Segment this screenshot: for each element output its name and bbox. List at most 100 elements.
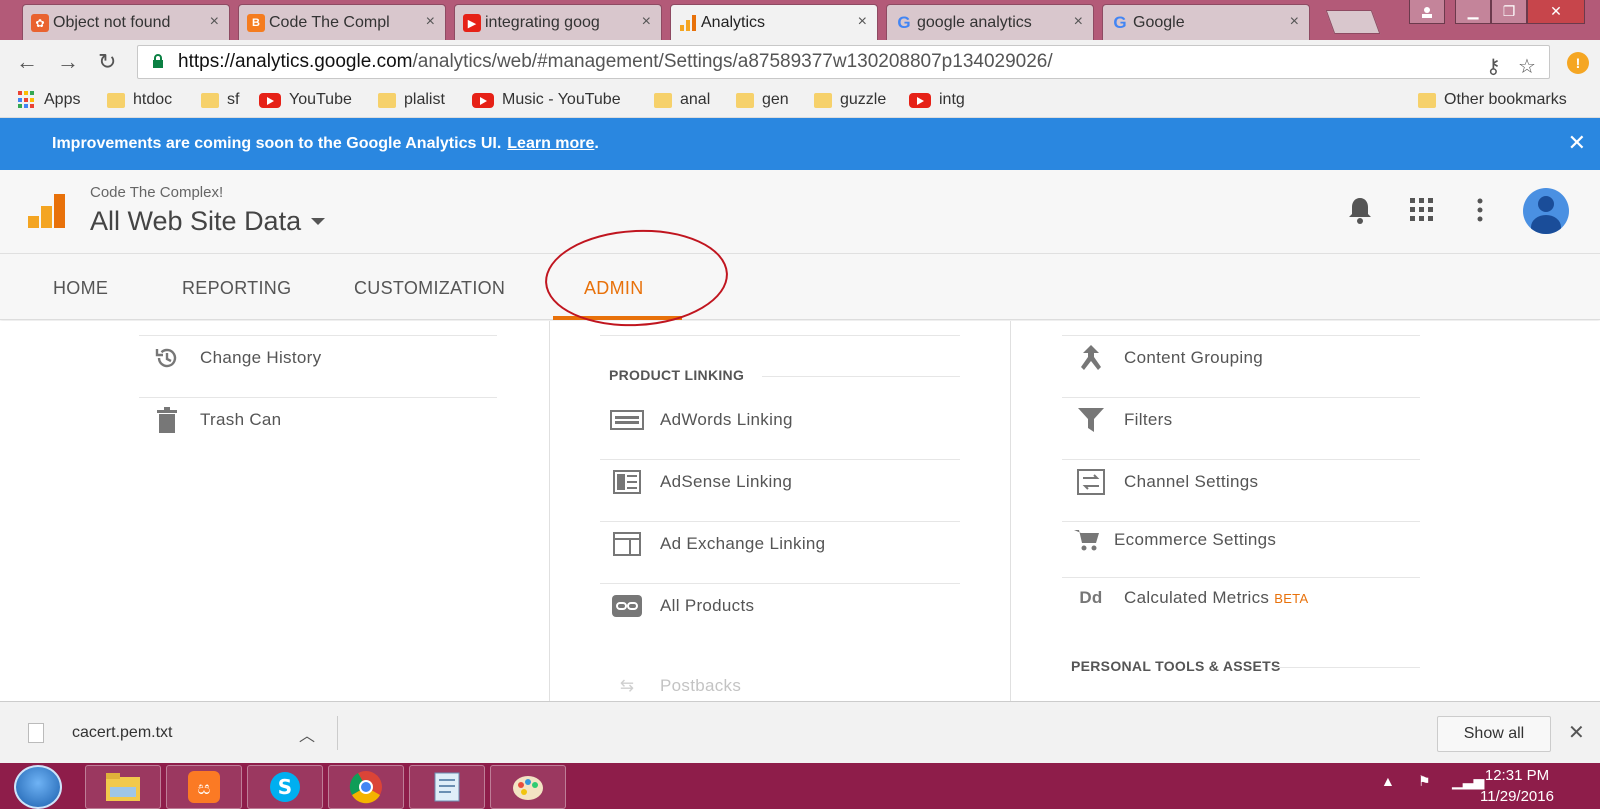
browser-tab[interactable]: ▶ integrating goog × — [454, 4, 662, 40]
bookmark-folder[interactable]: sf — [201, 91, 239, 109]
ad-exchange-linking-link[interactable]: Ad Exchange Linking — [610, 531, 825, 557]
tab-home[interactable]: HOME — [53, 278, 108, 299]
content-grouping-link[interactable]: Content Grouping — [1074, 345, 1263, 371]
address-bar[interactable]: https://analytics.google.com/analytics/w… — [137, 45, 1550, 79]
svg-text:S: S — [278, 775, 292, 799]
item-label: Filters — [1124, 410, 1173, 429]
bookmark-folder[interactable]: guzzle — [814, 91, 886, 109]
xampp-icon[interactable]: ස — [166, 765, 242, 809]
bookmark-folder[interactable]: htdoc — [107, 91, 172, 109]
bell-icon[interactable] — [1348, 196, 1372, 224]
folder-icon — [1418, 92, 1436, 108]
clock-time: 12:31 PM — [1484, 767, 1550, 784]
bookmark-youtube[interactable]: intg — [909, 91, 965, 109]
beta-badge: BETA — [1274, 590, 1309, 606]
browser-tab[interactable]: G google analytics × — [886, 4, 1094, 40]
close-tab-icon[interactable]: × — [1290, 13, 1299, 31]
close-tab-icon[interactable]: × — [858, 13, 867, 31]
close-icon[interactable]: ✕ — [1568, 130, 1586, 156]
tab-title: Google — [1133, 13, 1185, 31]
more-vert-icon[interactable] — [1477, 198, 1483, 222]
trash-can-link[interactable]: Trash Can — [150, 407, 281, 433]
all-products-link[interactable]: All Products — [610, 593, 754, 619]
xampp-icon: ✿ — [31, 14, 49, 32]
bookmark-label: plalist — [404, 91, 445, 108]
profile-icon[interactable] — [1409, 0, 1445, 24]
key-icon[interactable]: ⚷ — [1486, 54, 1501, 79]
chrome-icon[interactable] — [328, 765, 404, 809]
maximize-button[interactable]: ❐ — [1491, 0, 1527, 24]
tray-expand-icon[interactable]: ▲ — [1381, 773, 1395, 789]
adsense-linking-link[interactable]: AdSense Linking — [610, 469, 792, 495]
forward-icon[interactable]: → — [57, 50, 79, 74]
item-label: Channel Settings — [1124, 472, 1259, 491]
file-explorer-icon[interactable] — [85, 765, 161, 809]
avatar[interactable] — [1523, 188, 1569, 234]
browser-tab[interactable]: ✿ Object not found × — [22, 4, 230, 40]
row-divider — [600, 583, 960, 584]
download-item[interactable]: cacert.pem.txt ︿ — [28, 716, 338, 750]
back-icon[interactable]: ← — [16, 50, 38, 74]
bookmark-label: sf — [227, 91, 240, 108]
analytics-header: Code The Complex! All Web Site Data — [0, 170, 1600, 254]
postbacks-link[interactable]: ⇆ Postbacks — [610, 673, 741, 699]
view-selector[interactable]: All Web Site Data — [90, 206, 326, 237]
filters-link[interactable]: Filters — [1074, 407, 1172, 433]
new-tab-button[interactable] — [1325, 10, 1381, 34]
taskbar-clock[interactable]: 12:31 PM 11/29/2016 — [1480, 765, 1554, 807]
bookmark-folder[interactable]: anal — [654, 91, 710, 109]
item-label: AdSense Linking — [660, 472, 793, 491]
notepad-icon[interactable] — [409, 765, 485, 809]
browser-tab[interactable]: G Google × — [1102, 4, 1310, 40]
product-linking-header: PRODUCT LINKING — [609, 367, 745, 383]
change-history-link[interactable]: Change History — [150, 345, 321, 371]
learn-more-link[interactable]: Learn more — [507, 135, 594, 153]
bookmark-folder[interactable]: plalist — [378, 91, 445, 109]
bookmark-folder[interactable]: gen — [736, 91, 789, 109]
bookmark-youtube[interactable]: Music - YouTube — [472, 91, 621, 109]
action-center-icon[interactable]: ⚑ — [1418, 773, 1431, 790]
close-window-button[interactable]: ✕ — [1527, 0, 1585, 24]
chevron-up-icon[interactable]: ︿ — [299, 722, 315, 746]
close-tab-icon[interactable]: × — [210, 13, 219, 31]
reload-icon[interactable]: ↻ — [98, 50, 116, 74]
item-label: Calculated Metrics — [1124, 588, 1270, 607]
browser-tab-active[interactable]: Analytics × — [670, 4, 878, 40]
minimize-button[interactable]: ▁ — [1455, 0, 1491, 24]
skype-icon[interactable]: S — [247, 765, 323, 809]
other-bookmarks[interactable]: Other bookmarks — [1418, 91, 1567, 109]
close-icon[interactable]: ✕ — [1568, 720, 1585, 745]
channel-settings-link[interactable]: Channel Settings — [1074, 469, 1258, 495]
show-all-button[interactable]: Show all — [1437, 716, 1551, 752]
close-tab-icon[interactable]: × — [642, 13, 651, 31]
star-icon[interactable]: ☆ — [1518, 54, 1536, 79]
dd-icon: Dd — [1079, 588, 1103, 607]
tab-reporting[interactable]: REPORTING — [182, 278, 291, 299]
extension-alert-icon[interactable]: ! — [1567, 52, 1589, 74]
adwords-linking-link[interactable]: AdWords Linking — [610, 407, 793, 433]
bookmark-apps[interactable]: Apps — [18, 91, 80, 109]
ecommerce-settings-link[interactable]: Ecommerce Settings — [1070, 527, 1276, 553]
row-divider — [1062, 335, 1420, 336]
item-label: AdWords Linking — [660, 410, 793, 429]
bookmark-label: anal — [680, 91, 711, 108]
bookmark-label: Apps — [44, 91, 81, 108]
calculated-metrics-link[interactable]: Dd Calculated Metrics BETA — [1074, 585, 1308, 611]
close-tab-icon[interactable]: × — [426, 13, 435, 31]
account-name: Code The Complex! — [90, 184, 224, 201]
browser-tab[interactable]: B Code The Compl × — [238, 4, 446, 40]
filter-icon — [1074, 407, 1108, 433]
windows-start-icon[interactable] — [14, 765, 62, 809]
download-filename: cacert.pem.txt — [72, 724, 173, 741]
tab-customization[interactable]: CUSTOMIZATION — [354, 278, 505, 299]
paint-icon[interactable] — [490, 765, 566, 809]
close-tab-icon[interactable]: × — [1074, 13, 1083, 31]
downloads-bar: cacert.pem.txt ︿ Show all ✕ — [0, 701, 1600, 763]
link-icon — [610, 593, 644, 619]
history-icon — [150, 345, 184, 371]
apps-grid-icon[interactable] — [1410, 198, 1434, 222]
google-icon: G — [897, 13, 911, 32]
bookmark-youtube[interactable]: YouTube — [259, 91, 352, 109]
tab-title: Analytics — [701, 13, 766, 31]
clock-date: 11/29/2016 — [1480, 788, 1554, 805]
